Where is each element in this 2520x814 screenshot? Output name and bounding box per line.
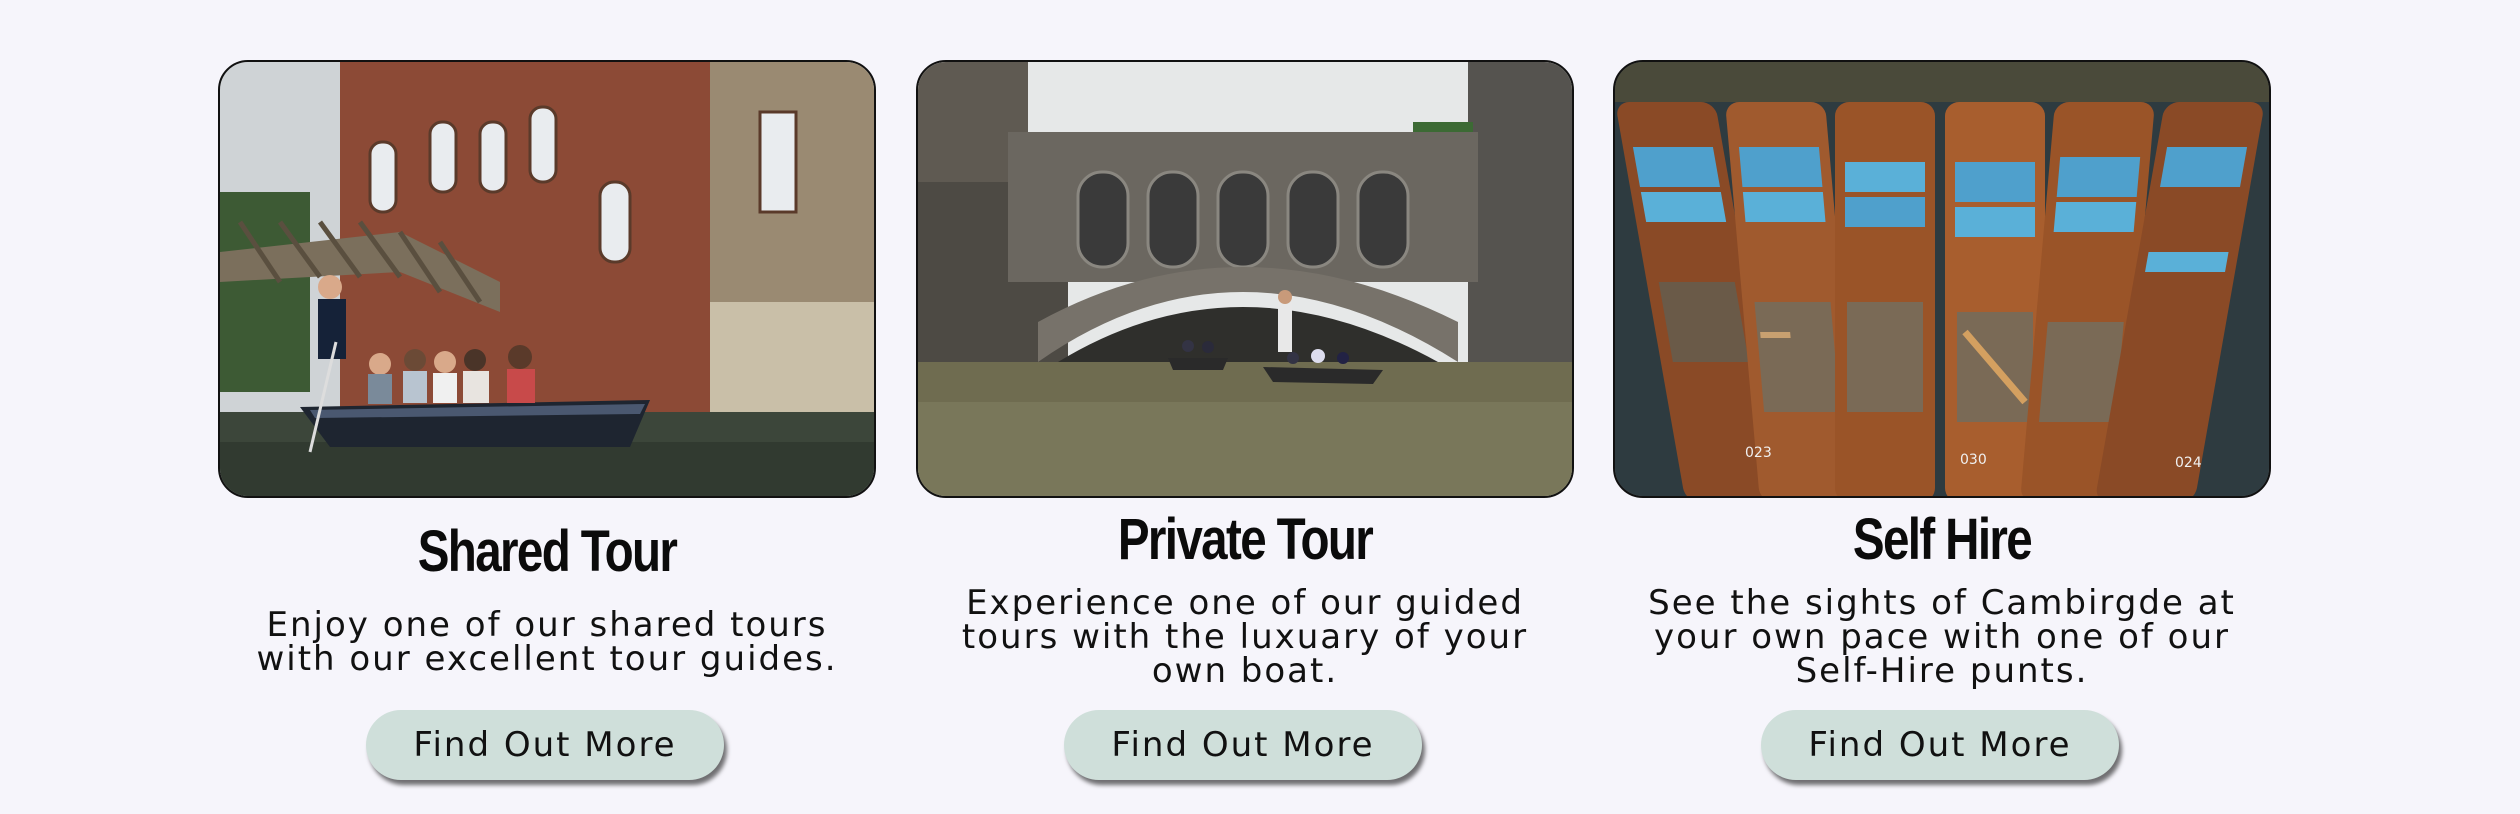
find-out-more-button-private[interactable]: Find Out More xyxy=(1064,710,1422,780)
description-line: Experience one of our guided xyxy=(966,583,1524,623)
tour-card-self-hire: 023 030 024 Self Hire See the sights of … xyxy=(1613,60,2271,800)
description-line: with our excellent tour guides. xyxy=(256,639,838,679)
description-line: your own pace with one of our xyxy=(1654,617,2230,657)
find-out-more-button-shared[interactable]: Find Out More xyxy=(366,710,724,780)
self-hire-image[interactable]: 023 030 024 xyxy=(1613,60,2271,498)
tour-card-private: Private Tour Experience one of our guide… xyxy=(916,60,1574,800)
description-line: own boat. xyxy=(1151,651,1339,691)
description-line: See the sights of Cambirgde at xyxy=(1648,583,2236,623)
card-description: Enjoy one of our shared tours with our e… xyxy=(218,608,876,676)
card-title: Shared Tour xyxy=(417,519,678,584)
boat-number: 030 xyxy=(1960,452,1987,468)
boat-number: 023 xyxy=(1745,445,1772,461)
description-line: tours with the luxuary of your xyxy=(961,617,1529,657)
boat-number: 024 xyxy=(2175,455,2202,471)
description-line: Enjoy one of our shared tours xyxy=(266,605,828,645)
card-description: See the sights of Cambirgde at your own … xyxy=(1613,586,2271,688)
card-title: Self Hire xyxy=(1852,507,2033,572)
find-out-more-button-self-hire[interactable]: Find Out More xyxy=(1761,710,2119,780)
description-line: Self-Hire punts. xyxy=(1795,651,2089,691)
private-tour-image[interactable] xyxy=(916,60,1574,498)
card-title: Private Tour xyxy=(1117,507,1374,572)
card-description: Experience one of our guided tours with … xyxy=(916,586,1574,688)
shared-tour-image[interactable] xyxy=(218,60,876,498)
tour-card-shared: Shared Tour Enjoy one of our shared tour… xyxy=(218,60,876,800)
